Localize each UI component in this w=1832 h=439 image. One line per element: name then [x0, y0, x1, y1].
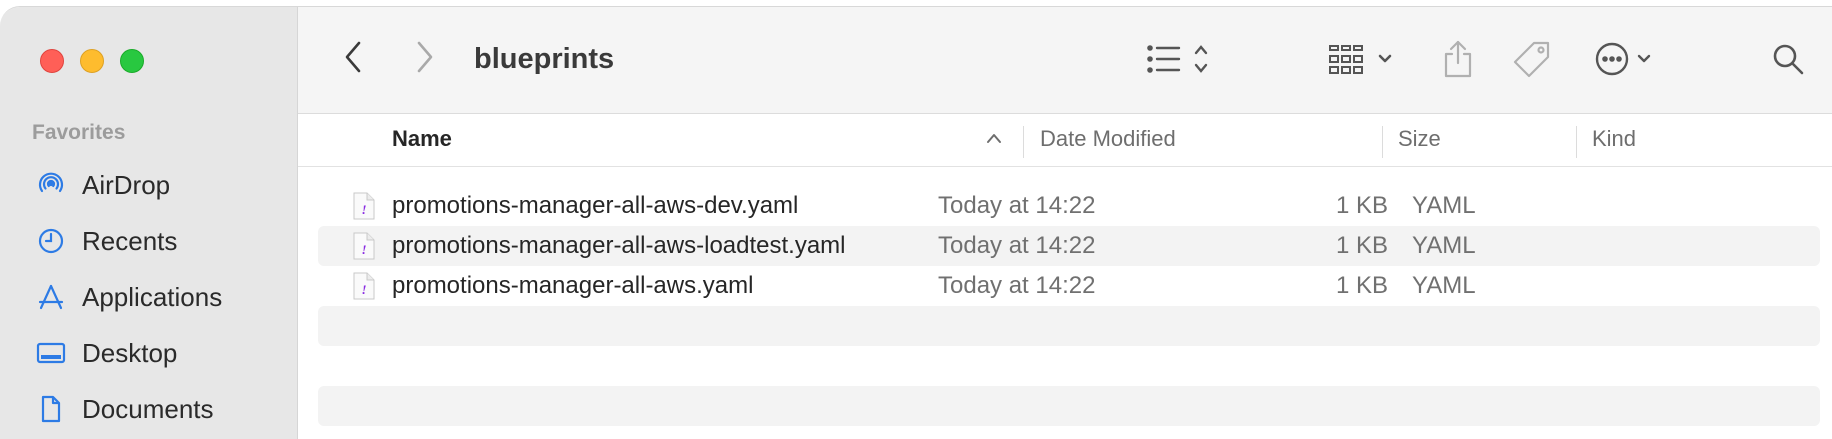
sidebar-list: AirDrop Recents Applications Desktop Doc… [0, 157, 297, 437]
file-date-modified: Today at 14:22 [938, 192, 1096, 219]
file-date-modified: Today at 14:22 [938, 232, 1096, 259]
close-button[interactable] [40, 49, 64, 73]
file-size: 1 KB [1335, 232, 1388, 259]
file-list: Name Date Modified Size Kind ! promotion… [298, 114, 1832, 439]
file-name: promotions-manager-all-aws-loadtest.yaml [392, 232, 846, 259]
sidebar-item-recents[interactable]: Recents [0, 213, 297, 269]
column-header-date-modified[interactable]: Date Modified [1040, 126, 1176, 152]
column-header-size[interactable]: Size [1398, 126, 1441, 152]
column-header-kind[interactable]: Kind [1592, 126, 1636, 152]
desktop-icon [36, 338, 66, 368]
column-divider[interactable] [1576, 126, 1577, 158]
yaml-file-icon: ! [353, 232, 375, 260]
empty-row [318, 346, 1820, 386]
sidebar-item-documents[interactable]: Documents [0, 381, 297, 437]
applications-icon [36, 282, 66, 312]
document-icon [36, 394, 66, 424]
sidebar-item-label: Recents [82, 225, 178, 256]
column-divider[interactable] [1382, 126, 1383, 158]
tag-icon [1513, 41, 1550, 78]
chevron-left-icon [345, 41, 361, 73]
clock-icon [36, 226, 66, 256]
zoom-button[interactable] [120, 49, 144, 73]
sidebar: Favorites AirDrop Recents Applications D… [0, 7, 298, 439]
chevron-right-icon [417, 41, 433, 73]
empty-row [318, 386, 1820, 426]
file-size: 1 KB [1335, 192, 1388, 219]
sidebar-item-label: Documents [82, 393, 214, 424]
yaml-file-icon: ! [353, 192, 375, 220]
tag-button[interactable] [1510, 39, 1554, 79]
view-options-button[interactable] [1146, 41, 1216, 77]
search-icon [1773, 44, 1804, 75]
grid-group-icon [1329, 45, 1392, 74]
table-row[interactable]: ! promotions-manager-all-aws.yaml Today … [318, 266, 1820, 306]
share-button[interactable] [1438, 37, 1478, 81]
airdrop-icon [36, 170, 66, 200]
back-button[interactable] [338, 37, 368, 77]
yaml-file-icon: ! [353, 272, 375, 300]
search-button[interactable] [1768, 37, 1808, 81]
table-row[interactable]: ! promotions-manager-all-aws-loadtest.ya… [318, 226, 1820, 266]
finder-window: Favorites AirDrop Recents Applications D… [0, 6, 1832, 439]
minimize-button[interactable] [80, 49, 104, 73]
column-header-row: Name Date Modified Size Kind [298, 114, 1832, 167]
svg-text:!: ! [361, 202, 366, 217]
column-header-name[interactable]: Name [392, 126, 452, 152]
file-size: 1 KB [1335, 272, 1388, 299]
empty-row [318, 306, 1820, 346]
traffic-lights [40, 49, 144, 73]
ellipsis-circle-icon [1595, 42, 1651, 76]
file-name: promotions-manager-all-aws.yaml [392, 272, 754, 299]
file-rows: ! promotions-manager-all-aws-dev.yaml To… [318, 186, 1820, 426]
group-button[interactable] [1328, 41, 1398, 77]
more-actions-button[interactable] [1594, 39, 1658, 79]
sidebar-item-airdrop[interactable]: AirDrop [0, 157, 297, 213]
sidebar-item-label: AirDrop [82, 169, 171, 200]
svg-text:!: ! [361, 242, 366, 257]
column-divider[interactable] [1023, 126, 1024, 158]
list-view-icon [1147, 45, 1208, 73]
forward-button[interactable] [410, 37, 440, 77]
sidebar-heading-favorites: Favorites [32, 121, 126, 144]
sidebar-item-applications[interactable]: Applications [0, 269, 297, 325]
sidebar-item-label: Applications [82, 281, 223, 312]
table-row[interactable]: ! promotions-manager-all-aws-dev.yaml To… [318, 186, 1820, 226]
sidebar-item-desktop[interactable]: Desktop [0, 325, 297, 381]
file-name: promotions-manager-all-aws-dev.yaml [392, 192, 799, 219]
toolbar: blueprints [298, 7, 1832, 114]
file-kind: YAML [1412, 192, 1476, 219]
file-kind: YAML [1412, 232, 1476, 259]
svg-text:!: ! [361, 282, 366, 297]
window-title: blueprints [474, 43, 615, 75]
file-kind: YAML [1412, 272, 1476, 299]
share-icon [1444, 40, 1472, 78]
sort-ascending-icon[interactable] [986, 132, 1002, 144]
sidebar-item-label: Desktop [82, 337, 178, 368]
file-date-modified: Today at 14:22 [938, 272, 1096, 299]
